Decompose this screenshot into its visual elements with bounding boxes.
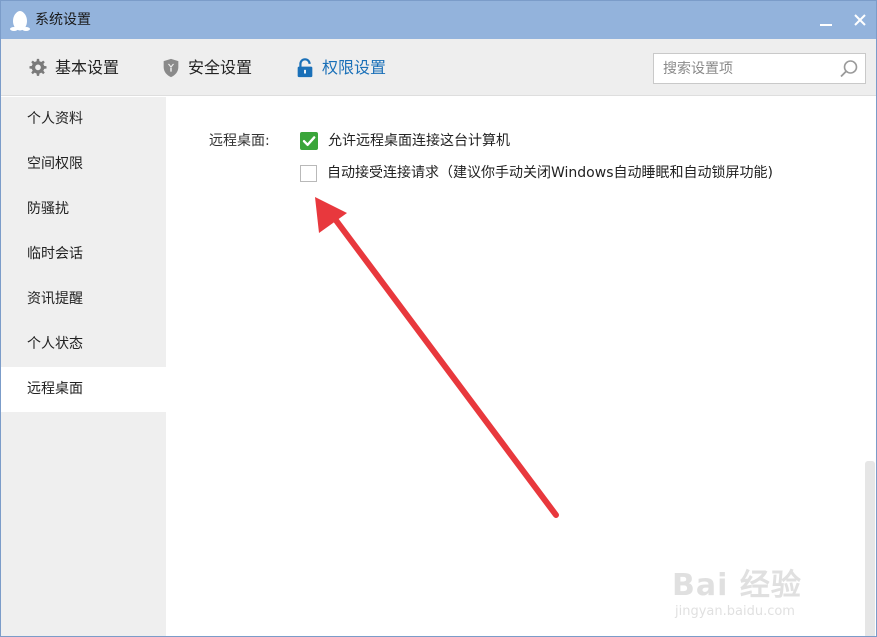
search-icon[interactable]	[838, 58, 860, 80]
watermark-sub-text: jingyan.baidu.com	[675, 604, 795, 619]
sidebar-item-personal-status[interactable]: 个人状态	[1, 322, 166, 367]
sidebar-item-label: 远程桌面	[27, 381, 83, 397]
sidebar-item-label: 临时会话	[27, 246, 83, 262]
settings-sidebar: 个人资料 空间权限 防骚扰 临时会话 资讯提醒 个人状态 远程桌面	[1, 97, 166, 636]
shield-icon	[163, 58, 179, 78]
search-input[interactable]	[654, 54, 834, 83]
allow-remote-desktop-option[interactable]: 允许远程桌面连接这台计算机	[300, 130, 510, 152]
checkbox-checked[interactable]	[300, 132, 318, 150]
qq-penguin-icon	[10, 11, 30, 31]
tab-permission-label: 权限设置	[322, 58, 387, 77]
window-title: 系统设置	[35, 12, 91, 28]
auto-accept-connection-option[interactable]: 自动接受连接请求（建议你手动关闭Windows自动睡眠和自动锁屏功能)	[300, 162, 773, 184]
close-icon[interactable]	[850, 10, 870, 30]
allow-remote-desktop-label: 允许远程桌面连接这台计算机	[328, 133, 510, 149]
auto-accept-connection-label: 自动接受连接请求（建议你手动关闭Windows自动睡眠和自动锁屏功能)	[327, 165, 773, 181]
search-box	[653, 53, 866, 84]
tab-permission-settings[interactable]: 权限设置	[294, 55, 386, 81]
checkbox-unchecked[interactable]	[300, 164, 317, 182]
minimize-icon[interactable]	[816, 10, 836, 30]
tab-security-settings[interactable]: 安全设置	[160, 55, 252, 81]
lock-icon	[297, 58, 313, 78]
tab-basic-label: 基本设置	[55, 58, 120, 77]
sidebar-item-news-alert[interactable]: 资讯提醒	[1, 277, 166, 322]
sidebar-item-profile[interactable]: 个人资料	[1, 97, 166, 142]
settings-window: 系统设置 基本设置 安全设置 权限设置 搜索设置项 个人资料 空间权限 防骚扰 …	[0, 0, 877, 637]
gear-icon	[29, 58, 47, 76]
sidebar-item-space-permission[interactable]: 空间权限	[1, 142, 166, 187]
sidebar-item-temp-session[interactable]: 临时会话	[1, 232, 166, 277]
sidebar-item-label: 资讯提醒	[27, 291, 83, 307]
sidebar-item-anti-harassment[interactable]: 防骚扰	[1, 187, 166, 232]
sidebar-item-label: 个人状态	[27, 336, 83, 352]
sidebar-item-label: 个人资料	[27, 111, 83, 127]
sidebar-item-remote-desktop[interactable]: 远程桌面	[1, 367, 166, 412]
settings-tabs-toolbar: 基本设置 安全设置 权限设置	[1, 39, 876, 96]
remote-desktop-section-label: 远程桌面:	[209, 133, 270, 149]
sidebar-item-label: 空间权限	[27, 156, 83, 172]
watermark-main-text: Bai 经验	[672, 568, 802, 603]
tab-security-label: 安全设置	[188, 58, 253, 77]
title-bar[interactable]: 系统设置	[1, 1, 876, 39]
baidu-jingyan-watermark: Bai 经验 jingyan.baidu.com	[672, 544, 872, 629]
sidebar-item-label: 防骚扰	[27, 201, 69, 217]
tab-basic-settings[interactable]: 基本设置	[27, 55, 119, 81]
